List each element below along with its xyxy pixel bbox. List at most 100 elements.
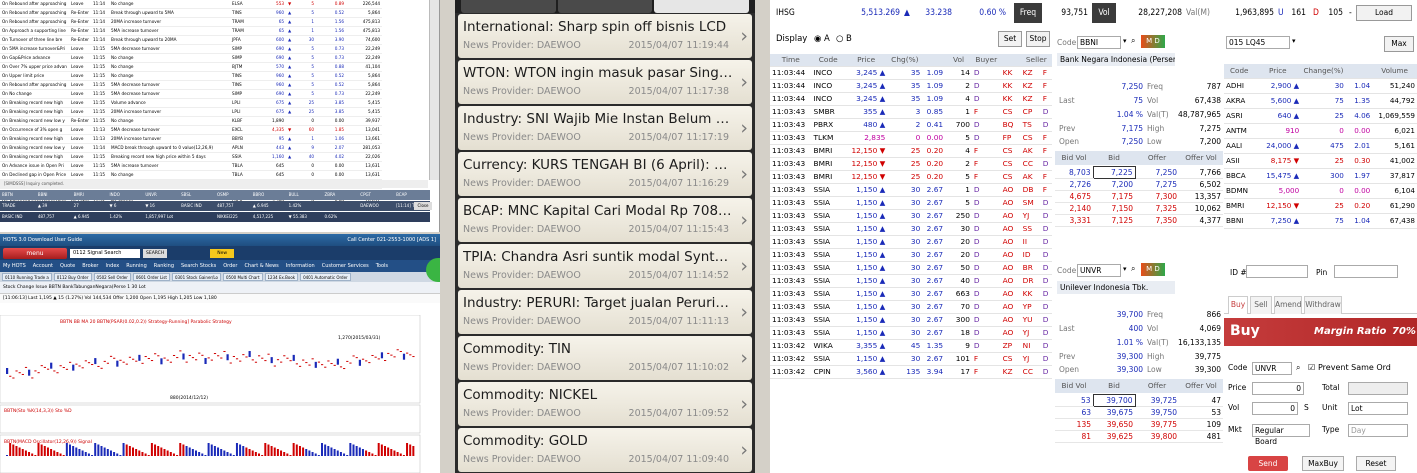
trade-row[interactable]: 11:03:44 INCO 3,245 ▲ 35 1.09 4 D KK KZ F bbox=[770, 92, 1052, 106]
table-row[interactable]: On Occurrence of 3% open g Leave 11:13 5MA … bbox=[0, 125, 383, 135]
order-tab[interactable]: Sell bbox=[1250, 296, 1272, 314]
chevron-right-icon[interactable]: › bbox=[740, 71, 748, 93]
unit-select[interactable]: Lot bbox=[1348, 402, 1408, 415]
column-header[interactable]: Buyer bbox=[971, 54, 1001, 67]
news-item[interactable]: Commodity: TIN News Provider: DAEWOO 2015/… bbox=[458, 336, 752, 380]
send-button[interactable]: Send bbox=[1248, 456, 1288, 471]
table-row[interactable]: On Over 7% upper price advan Leave 11:15 No… bbox=[0, 62, 383, 72]
table-row[interactable]: On Breaking record new low y Re-Enter 11:1… bbox=[0, 116, 383, 126]
news-item[interactable]: WTON: WTON ingin masuk pasar Singapura d… bbox=[458, 60, 752, 104]
trade-row[interactable]: 11:03:43 SSIA 1,150 ▲ 30 2.67 30 D AO SS D bbox=[770, 222, 1052, 236]
orderbook-header[interactable]: Bid bbox=[1093, 379, 1135, 393]
table-row[interactable]: On Breaking record new high Leave 11:13 20M… bbox=[0, 134, 383, 144]
window-tab[interactable]: 0301 Stock Gainer/Lo bbox=[171, 273, 222, 281]
column-header[interactable]: Code bbox=[811, 54, 845, 67]
trade-row[interactable]: 11:03:43 SSIA 1,150 ▲ 30 2.67 20 D AO II D bbox=[770, 235, 1052, 249]
orderbook-header[interactable]: Offer bbox=[1135, 151, 1179, 165]
column-header[interactable]: Chg(%) bbox=[887, 54, 923, 67]
table-row[interactable]: On Approach a supporting line Re-Enter 11:… bbox=[0, 26, 383, 36]
chevron-right-icon[interactable]: › bbox=[740, 439, 748, 461]
column-header[interactable]: Vol bbox=[945, 54, 972, 67]
table-row[interactable]: On Turnover of three line bre Re-Enter 11:… bbox=[0, 35, 383, 45]
chevron-right-icon[interactable]: › bbox=[740, 393, 748, 415]
order-tab[interactable]: Buy bbox=[1228, 296, 1248, 314]
screener-scrollbar[interactable] bbox=[429, 0, 439, 180]
dropdown-chevron-icon[interactable]: ▾ bbox=[1292, 37, 1296, 45]
maxbuy-button[interactable]: MaxBuy bbox=[1302, 456, 1344, 471]
max-button[interactable]: Max bbox=[1384, 36, 1414, 52]
trade-row[interactable]: 11:03:43 SSIA 1,150 ▲ 30 2.67 1 D AO DB F bbox=[770, 183, 1052, 197]
trade-row[interactable]: 11:03:42 SSIA 1,150 ▲ 30 2.67 101 F CS YJ D bbox=[770, 352, 1052, 366]
new-button[interactable]: New bbox=[210, 248, 235, 258]
table-row[interactable]: On Rebound after approaching Re-Enter 11:1… bbox=[0, 17, 383, 27]
order-tab[interactable]: Withdraw bbox=[1304, 296, 1342, 314]
orderbook-row[interactable]: 63 39,675 39,750 53 bbox=[1055, 406, 1223, 419]
orderbook-header[interactable]: Offer Vol bbox=[1179, 379, 1223, 393]
news-item[interactable]: Commodity: GOLD News Provider: DAEWOO 2015… bbox=[458, 428, 752, 472]
news-tab-1[interactable] bbox=[461, 0, 556, 13]
chevron-right-icon[interactable]: › bbox=[740, 209, 748, 231]
window-tab[interactable]: 0112 Buy Order bbox=[53, 273, 92, 281]
trade-row[interactable]: 11:03:43 SSIA 1,150 ▲ 30 2.67 250 D AO YJ D bbox=[770, 209, 1052, 223]
column-header[interactable]: Price bbox=[844, 54, 888, 67]
menu-item[interactable]: Broker bbox=[82, 263, 98, 269]
column-header[interactable] bbox=[1000, 54, 1021, 67]
news-item[interactable]: Industry: PERURI: Target jualan Peruri t… bbox=[458, 290, 752, 334]
menu-item[interactable]: Search Stocks bbox=[181, 263, 216, 269]
search-icon[interactable]: ⌕ bbox=[1296, 363, 1300, 373]
orderbook-row[interactable]: 3,331 7,125 7,350 4,377 bbox=[1055, 214, 1223, 227]
table-row[interactable]: On Breaking record new low y Leave 11:14 MA… bbox=[0, 143, 383, 153]
trade-row[interactable]: 11:03:42 CPIN 3,560 ▲ 135 3.94 17 F KZ CC D bbox=[770, 365, 1052, 379]
trade-row[interactable]: 11:03:44 INCO 3,245 ▲ 35 1.09 2 D KK KZ F bbox=[770, 79, 1052, 93]
table-row[interactable]: On Declined gap in Open Price Leave 11:15 N… bbox=[0, 170, 383, 180]
type-select[interactable]: Day bbox=[1348, 424, 1408, 437]
news-tab-3[interactable] bbox=[654, 0, 750, 13]
menu-item[interactable]: Account bbox=[33, 263, 53, 269]
menu-item[interactable]: Index bbox=[106, 263, 120, 269]
table-row[interactable]: On Rebound after approaching Leave 11:14 No… bbox=[0, 0, 383, 9]
column-header[interactable]: Code bbox=[1224, 64, 1255, 79]
trade-row[interactable]: 11:03:43 SSIA 1,150 ▲ 30 2.67 663 D AO KK D bbox=[770, 287, 1052, 301]
trade-row[interactable]: 11:03:43 SSIA 1,150 ▲ 30 2.67 5 D AO SM D bbox=[770, 196, 1052, 210]
trade-row[interactable]: 11:03:43 PBRX 480 ▲ 2 0.41 700 D BQ TS D bbox=[770, 118, 1052, 132]
menu-item[interactable]: Customer Services bbox=[322, 263, 369, 269]
menu-button[interactable]: menu bbox=[3, 247, 67, 259]
radio-a-icon[interactable]: ◉ bbox=[814, 29, 821, 49]
news-item[interactable]: Industry: SNI Wajib Mie Instan Belum Tu n… bbox=[458, 106, 752, 150]
watchlist-row[interactable]: BBNI 7,250 ▲ 75 1.04 67,438 bbox=[1224, 213, 1417, 229]
pin-input[interactable] bbox=[1334, 265, 1398, 278]
watchlist-row[interactable]: ASII 8,175 ▼ 25 0.30 41,002 bbox=[1224, 153, 1417, 169]
trade-row[interactable]: 11:03:43 BMRI 12,150 ▼ 25 0.20 5 F CS AK F bbox=[770, 170, 1052, 184]
trade-row[interactable]: 11:03:43 BMRI 12,150 ▼ 25 0.20 2 F CS CC D bbox=[770, 157, 1052, 171]
window-tab[interactable]: 0601 Order List bbox=[132, 273, 170, 281]
orderbook-row[interactable]: 53 39,700 39,725 47 bbox=[1055, 394, 1223, 407]
quote-code-input[interactable]: BBNI bbox=[1077, 36, 1121, 49]
table-row[interactable]: On 5MA increase turnover&Pri Leave 11:15 5M… bbox=[0, 44, 383, 54]
search-icon[interactable]: ⌕ bbox=[1131, 264, 1135, 274]
column-header[interactable]: Price bbox=[1254, 64, 1302, 79]
column-header[interactable]: Time bbox=[770, 54, 812, 67]
news-item[interactable]: BCAP: MNC Kapital Cari Modal Rp 708 Mili… bbox=[458, 198, 752, 242]
signal-search-select[interactable]: 0112 Signal Search bbox=[70, 248, 140, 258]
news-item[interactable]: International: Sharp spin off bisnis LCD… bbox=[458, 14, 752, 58]
table-row[interactable]: On Advance issue in Open Pri Leave 11:15 5M… bbox=[0, 161, 383, 171]
chevron-right-icon[interactable]: › bbox=[740, 347, 748, 369]
mkt-select[interactable]: Regular Board bbox=[1252, 424, 1310, 446]
orderbook-header[interactable]: Offer Vol bbox=[1179, 151, 1223, 165]
orderbook-header[interactable]: Bid bbox=[1093, 151, 1135, 165]
table-row[interactable]: On Upper limit price Leave 11:15 No change T… bbox=[0, 71, 383, 81]
news-item[interactable]: Commodity: NICKEL News Provider: DAEWOO 20… bbox=[458, 382, 752, 426]
table-row[interactable]: On Gap&Price advance Leave 11:15 No change S… bbox=[0, 53, 383, 63]
load-button[interactable]: Load bbox=[1356, 5, 1412, 21]
quote-code-input[interactable]: UNVR bbox=[1077, 264, 1121, 277]
dropdown-chevron-icon[interactable]: ▾ bbox=[1123, 37, 1127, 45]
close-button[interactable]: Close bbox=[414, 202, 432, 210]
trade-row[interactable]: 11:03:43 SSIA 1,150 ▲ 30 2.67 300 D AO YU D bbox=[770, 313, 1052, 327]
trade-row[interactable]: 11:03:43 SSIA 1,150 ▲ 30 2.67 70 D AO YP D bbox=[770, 300, 1052, 314]
orderbook-row[interactable]: 2,726 7,200 7,275 6,502 bbox=[1055, 178, 1223, 191]
table-row[interactable]: On Breaking record new high Leave 11:15 20M… bbox=[0, 107, 383, 117]
search-icon[interactable]: ⌕ bbox=[1131, 36, 1135, 46]
news-item[interactable]: Currency: KURS TENGAH BI (6 April): Mele… bbox=[458, 152, 752, 196]
orderbook-row[interactable]: 4,675 7,175 7,300 13,357 bbox=[1055, 190, 1223, 203]
trade-row[interactable]: 11:03:43 BMRI 12,150 ▼ 25 0.20 4 F CS AK F bbox=[770, 144, 1052, 158]
